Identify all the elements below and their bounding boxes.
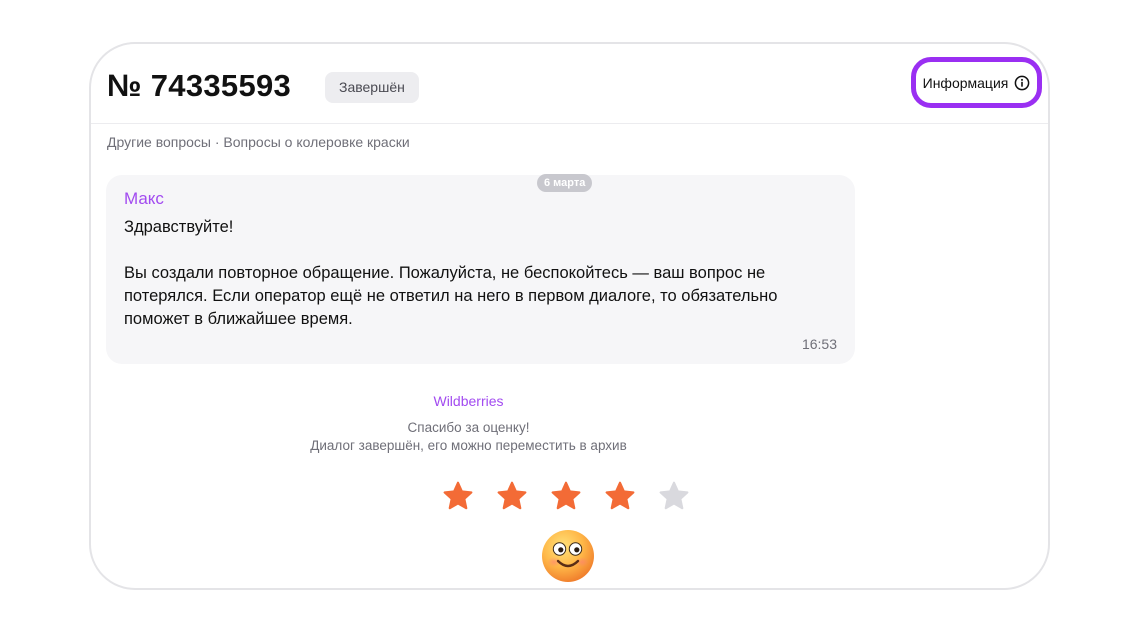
message-paragraph: Вы создали повторное обращение. Пожалуйс… — [124, 264, 778, 328]
system-message: Wildberries Спасибо за оценку! Диалог за… — [91, 393, 945, 455]
date-separator: 6 марта — [537, 174, 593, 192]
message-time: 16:53 — [801, 336, 837, 352]
breadcrumb: Другие вопросы · Вопросы о колеровке кра… — [107, 134, 410, 150]
info-button-label: Информация — [922, 74, 1009, 91]
message-paragraph: Здравствуйте! — [124, 218, 234, 236]
system-sender: Wildberries — [433, 393, 504, 409]
thanks-text: Спасибо за оценку! — [407, 420, 530, 435]
message-text: Здравствуйте! Вы создали повторное обращ… — [124, 216, 844, 331]
ticket-card: № 74335593 Завершён Информация Другие во… — [89, 42, 1050, 590]
star-icon[interactable] — [551, 481, 581, 511]
dialog-closed-text: Диалог завершён, его можно переместить в… — [310, 438, 627, 453]
star-icon[interactable] — [497, 481, 527, 511]
ticket-number-title: № 74335593 — [107, 68, 292, 103]
ticket-header: № 74335593 Завершён Информация — [91, 44, 1048, 124]
info-button[interactable]: Информация — [911, 57, 1042, 108]
rating-stars — [443, 481, 689, 511]
message-sender: Макс — [124, 189, 164, 208]
star-icon[interactable] — [443, 481, 473, 511]
star-icon[interactable] — [605, 481, 635, 511]
status-badge: Завершён — [325, 72, 419, 103]
chat-message: Макс Здравствуйте! Вы создали повторное … — [106, 175, 855, 364]
star-icon[interactable] — [659, 481, 689, 511]
smiling-face-emoji — [542, 530, 594, 582]
info-circle-icon — [1015, 75, 1030, 90]
